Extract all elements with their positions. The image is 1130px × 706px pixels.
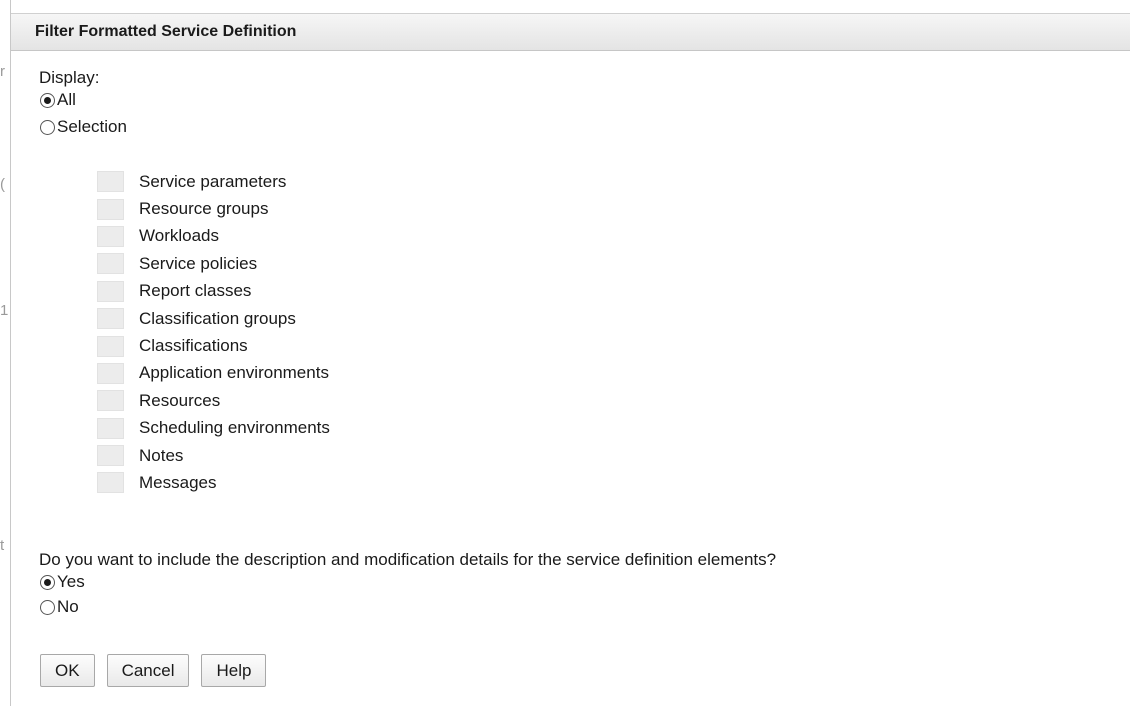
checkbox-disabled[interactable] <box>97 225 124 247</box>
checkbox-item-classifications[interactable]: Classifications <box>97 332 330 359</box>
checkbox-label: Resource groups <box>139 199 269 219</box>
checkbox-label: Classifications <box>139 336 248 356</box>
radio-display-all[interactable]: All <box>40 89 76 111</box>
radio-label-yes: Yes <box>57 572 85 591</box>
checkbox-disabled[interactable] <box>97 445 124 467</box>
radio-unselected-icon[interactable] <box>40 599 55 615</box>
checkbox-item-resources[interactable]: Resources <box>97 387 330 414</box>
checkbox-label: Messages <box>139 472 217 492</box>
background-fragment: t <box>0 537 5 554</box>
checkbox-item-service-policies[interactable]: Service policies <box>97 250 330 277</box>
checkbox-disabled[interactable] <box>97 253 124 275</box>
checkbox-disabled[interactable] <box>97 308 124 330</box>
checkbox-disabled[interactable] <box>97 390 124 412</box>
radio-selected-icon[interactable] <box>40 574 55 590</box>
details-question-label: Do you want to include the description a… <box>39 550 777 569</box>
checkbox-label: Report classes <box>139 281 252 301</box>
checkbox-label: Resources <box>139 390 221 410</box>
checkbox-item-service-parameters[interactable]: Service parameters <box>97 168 330 195</box>
radio-label-no: No <box>57 597 79 616</box>
background-fragment: 1 <box>0 302 9 319</box>
display-label: Display: <box>39 68 100 87</box>
checkbox-label: Workloads <box>139 226 219 246</box>
checkbox-label: Notes <box>139 445 184 465</box>
filter-dialog: Filter Formatted Service Definition Disp… <box>10 0 1130 706</box>
checkbox-label: Scheduling environments <box>139 418 330 438</box>
dialog-button-row: OK Cancel Help <box>40 654 278 687</box>
selection-checkbox-list: Service parameters Resource groups Workl… <box>97 168 330 497</box>
radio-details-no[interactable]: No <box>40 596 79 618</box>
checkbox-item-notes[interactable]: Notes <box>97 442 330 469</box>
help-button[interactable]: Help <box>201 654 267 687</box>
checkbox-label: Classification groups <box>139 308 296 328</box>
checkbox-item-scheduling-environments[interactable]: Scheduling environments <box>97 415 330 442</box>
checkbox-label: Service policies <box>139 253 258 273</box>
radio-selected-icon[interactable] <box>40 92 55 108</box>
checkbox-disabled[interactable] <box>97 198 124 220</box>
checkbox-item-report-classes[interactable]: Report classes <box>97 278 330 305</box>
checkbox-disabled[interactable] <box>97 280 124 302</box>
checkbox-disabled[interactable] <box>97 417 124 439</box>
radio-display-selection[interactable]: Selection <box>40 116 127 138</box>
checkbox-item-workloads[interactable]: Workloads <box>97 223 330 250</box>
radio-details-yes[interactable]: Yes <box>40 571 85 593</box>
checkbox-disabled[interactable] <box>97 472 124 494</box>
checkbox-item-application-environments[interactable]: Application environments <box>97 360 330 387</box>
radio-unselected-icon[interactable] <box>40 119 55 135</box>
cancel-button[interactable]: Cancel <box>106 654 190 687</box>
checkbox-disabled[interactable] <box>97 171 124 193</box>
checkbox-disabled[interactable] <box>97 335 124 357</box>
background-fragment: r <box>0 63 5 80</box>
radio-label-selection: Selection <box>57 117 127 136</box>
checkbox-label: Service parameters <box>139 171 287 191</box>
checkbox-disabled[interactable] <box>97 362 124 384</box>
background-fragment: ( <box>0 176 5 193</box>
ok-button[interactable]: OK <box>40 654 95 687</box>
checkbox-item-classification-groups[interactable]: Classification groups <box>97 305 330 332</box>
radio-label-all: All <box>57 90 76 109</box>
dialog-title: Filter Formatted Service Definition <box>35 23 297 40</box>
dialog-title-bar[interactable]: Filter Formatted Service Definition <box>11 13 1130 51</box>
checkbox-item-resource-groups[interactable]: Resource groups <box>97 195 330 222</box>
checkbox-label: Application environments <box>139 363 329 383</box>
checkbox-item-messages[interactable]: Messages <box>97 469 330 496</box>
